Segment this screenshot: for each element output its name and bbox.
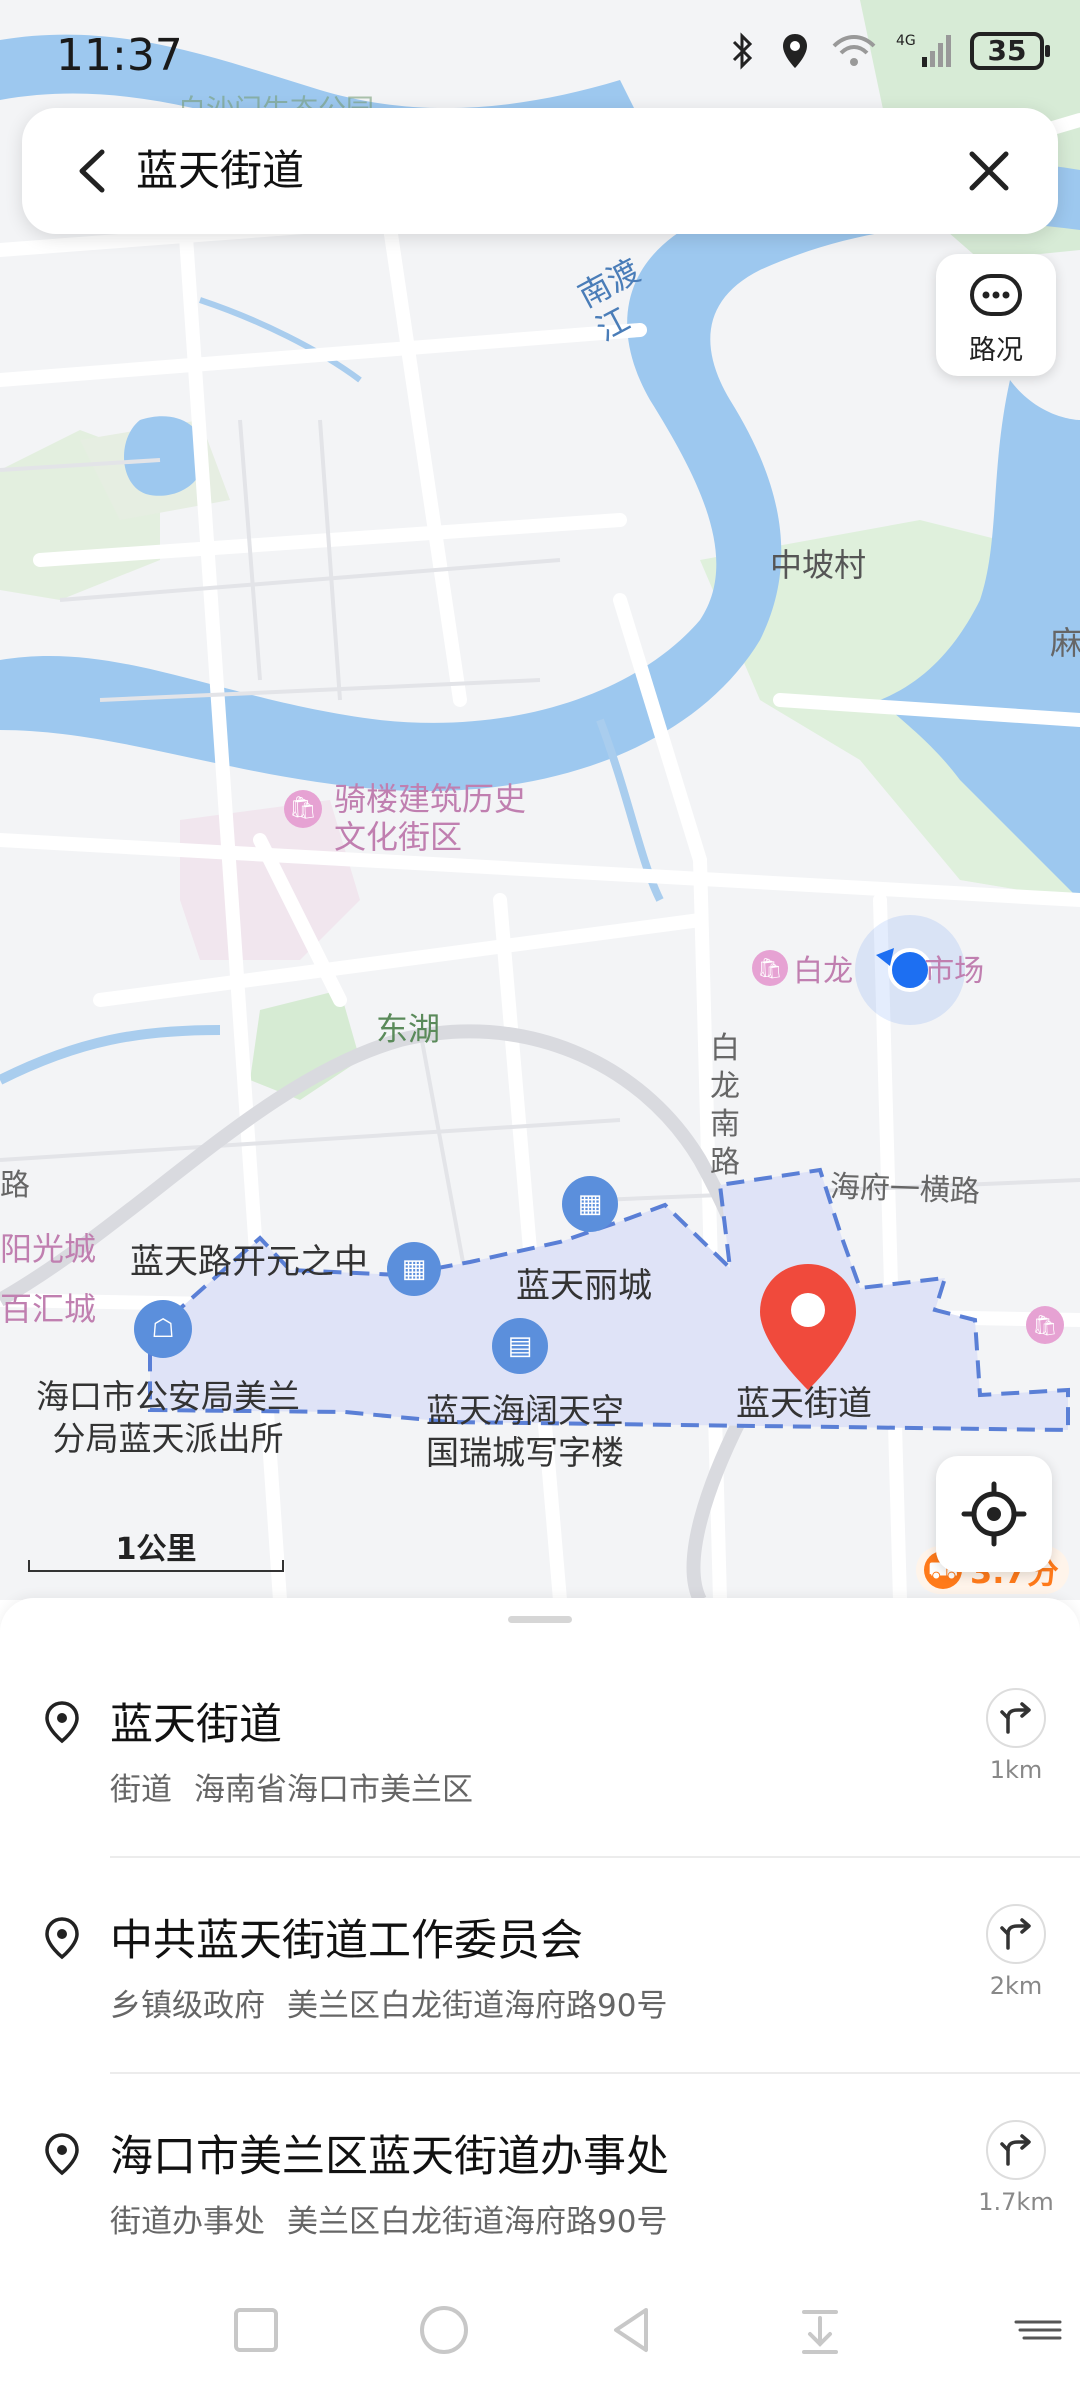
office-building-icon: ▤ <box>492 1318 548 1374</box>
police-icon: ☖ <box>134 1300 192 1358</box>
square-icon <box>234 2308 278 2352</box>
result-address: 海南省海口市美兰区 <box>194 1772 473 1808</box>
route-button[interactable] <box>986 1904 1046 1964</box>
close-icon <box>969 151 1009 191</box>
poi-pink-right[interactable]: 🛍 <box>1026 1306 1064 1344</box>
status-bar: 11:37 4G 35 <box>0 0 1080 110</box>
result-distance: 1km <box>989 1756 1043 1784</box>
map-label-haifu: 海府一横路 <box>829 1169 981 1210</box>
traffic-button[interactable]: 路况 <box>936 254 1056 376</box>
shopping-bag-icon: 🛍 <box>752 950 788 986</box>
location-pin-icon <box>45 1917 79 1960</box>
route-arrow-icon <box>1000 1702 1031 1734</box>
result-subtitle: 街道办事处 美兰区白龙街道海府路90号 <box>110 2196 667 2241</box>
result-category: 街道办事处 <box>110 2204 265 2240</box>
triangle-back-icon <box>614 2308 648 2352</box>
back-nav-button[interactable] <box>602 2300 662 2360</box>
battery-icon: 35 <box>970 32 1050 70</box>
route-button[interactable] <box>986 2120 1046 2180</box>
result-item[interactable]: 海口市美兰区蓝天街道办事处 街道办事处 美兰区白龙街道海府路90号 1.7km <box>0 2096 1080 2296</box>
shopping-bag-icon: 🛍 <box>1032 1313 1058 1337</box>
chat-bubble-icon <box>970 274 1022 316</box>
recent-apps-button[interactable] <box>226 2300 286 2360</box>
pull-down-icon <box>802 2310 838 2354</box>
wifi-icon <box>830 30 878 72</box>
search-query[interactable]: 蓝天街道 <box>136 138 304 204</box>
divider <box>110 1856 1080 1858</box>
status-time: 11:37 <box>56 30 183 81</box>
result-subtitle: 乡镇级政府 美兰区白龙街道海府路90号 <box>110 1980 667 2025</box>
result-name: 中共蓝天街道工作委员会 <box>110 1916 583 1966</box>
poi-police-label: 海口市公安局美兰 分局蓝天派出所 <box>36 1377 300 1458</box>
4g-signal-icon: 4G <box>896 30 952 72</box>
poi-office-label: 蓝天海阔天空 国瑞城写字楼 <box>426 1391 624 1472</box>
location-pin-icon <box>45 1701 79 1744</box>
map-view[interactable]: 南渡江 白沙门生态公园 麻 路 中坡村 🛍 骑楼建筑历史 文化街区 🛍 白龙 市… <box>0 0 1080 1600</box>
circle-icon <box>420 2306 468 2354</box>
search-bar[interactable]: 蓝天街道 <box>22 108 1058 234</box>
result-distance: 1.7km <box>978 2188 1054 2216</box>
map-scale: 1公里 <box>28 1524 284 1572</box>
map-label-edge-left: 路 <box>0 1168 30 1203</box>
route-arrow-icon <box>1000 2134 1031 2166</box>
result-address: 美兰区白龙街道海府路90号 <box>287 1988 668 2024</box>
shopping-bag-icon: 🛍 <box>284 790 322 828</box>
result-item[interactable]: 中共蓝天街道工作委员会 乡镇级政府 美兰区白龙街道海府路90号 2km <box>0 1880 1080 2080</box>
menu-lines-icon <box>1014 2320 1062 2340</box>
map-label-yangguang[interactable]: 阳光城 <box>0 1224 96 1270</box>
location-icon <box>778 30 812 72</box>
map-pin-icon <box>760 1264 856 1390</box>
drag-handle[interactable] <box>508 1616 572 1623</box>
map-label-bailong-south: 白龙南路 <box>710 1031 740 1180</box>
status-icons: 4G 35 <box>726 30 1050 72</box>
bluetooth-icon <box>726 30 760 72</box>
locate-me-button[interactable] <box>936 1456 1052 1572</box>
map-label-edge-right: 麻 <box>1050 624 1080 662</box>
crosshair-icon <box>961 1481 1027 1547</box>
chevron-left-icon <box>79 149 105 193</box>
system-nav-bar <box>0 2270 1080 2388</box>
clear-button[interactable] <box>956 138 1022 204</box>
traffic-label: 路况 <box>969 335 1023 366</box>
poi-bailong-market[interactable]: 🛍 白龙 市场 <box>752 946 984 990</box>
result-distance: 2km <box>989 1972 1043 2000</box>
map-label-zhongpo[interactable]: 中坡村 <box>770 540 866 586</box>
scale-bar <box>28 1560 284 1572</box>
result-address: 美兰区白龙街道海府路90号 <box>287 2204 668 2240</box>
destination-pin[interactable] <box>756 1260 860 1394</box>
home-button[interactable] <box>414 2300 474 2360</box>
map-label-baihui[interactable]: 百汇城 <box>0 1284 96 1330</box>
map-label-donghu[interactable]: 东湖 <box>376 1004 440 1050</box>
result-name: 海口市美兰区蓝天街道办事处 <box>110 2132 669 2182</box>
poi-lanli-label: 蓝天丽城 <box>516 1266 652 1306</box>
route-button[interactable] <box>986 1688 1046 1748</box>
destination-pin-label: 蓝天街道 <box>736 1384 872 1424</box>
building-icon: ▦ <box>562 1176 618 1232</box>
route-arrow-icon <box>1000 1918 1031 1950</box>
result-item[interactable]: 蓝天街道 街道 海南省海口市美兰区 1km <box>0 1664 1080 1864</box>
back-button[interactable] <box>62 138 126 204</box>
location-pin-icon <box>45 2133 79 2176</box>
svg-text:4G: 4G <box>896 33 916 49</box>
poi-kaiyuan-label: 蓝天路开元之中 <box>130 1242 368 1282</box>
result-category: 街道 <box>110 1772 172 1808</box>
result-name: 蓝天街道 <box>110 1700 282 1750</box>
poi-kaiyuan[interactable]: 蓝天路开元之中 ▦ <box>130 1234 442 1296</box>
notification-shade-button[interactable] <box>790 2300 850 2360</box>
divider <box>110 2072 1080 2074</box>
result-category: 乡镇级政府 <box>110 1988 265 2024</box>
keyboard-toggle-button[interactable] <box>1010 2300 1070 2360</box>
result-subtitle: 街道 海南省海口市美兰区 <box>110 1764 473 1809</box>
building-icon: ▦ <box>387 1241 442 1296</box>
poi-qilou-label: 骑楼建筑历史 文化街区 <box>334 780 527 856</box>
